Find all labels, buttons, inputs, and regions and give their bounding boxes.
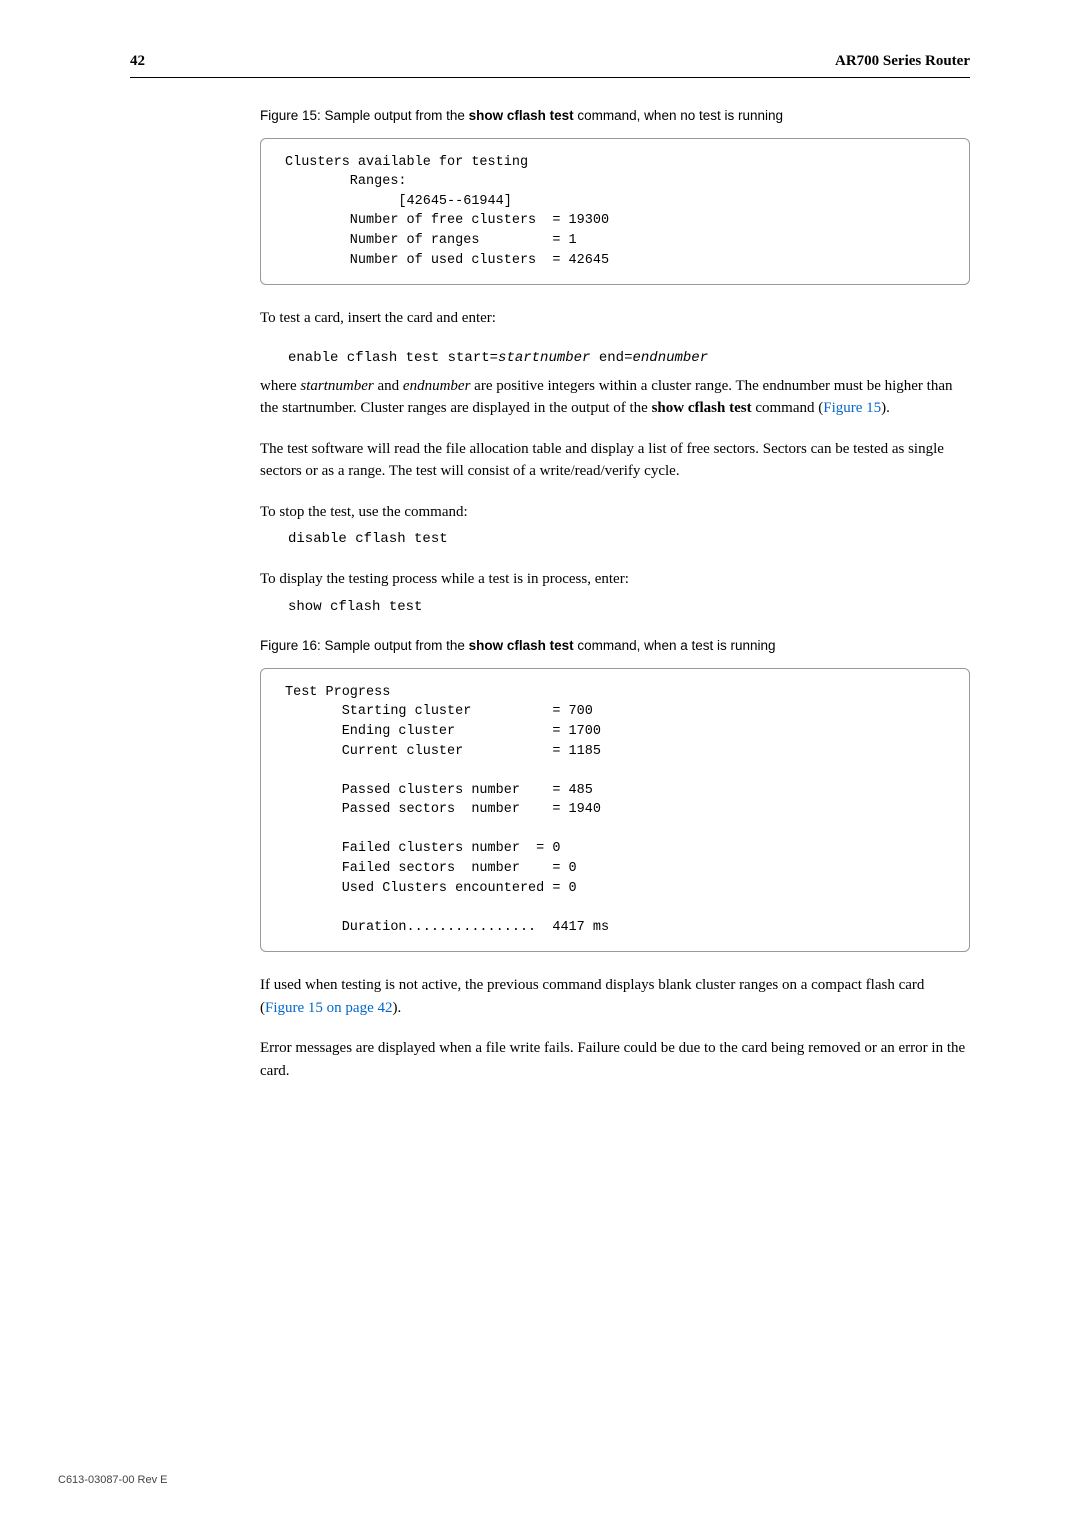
- p2-i1: startnumber: [300, 378, 373, 394]
- cmd1-endnumber: endnumber: [632, 350, 708, 366]
- figure16-output: Test Progress Starting cluster = 700 End…: [260, 668, 970, 952]
- fig15-caption-pre: Figure 15: Sample output from the: [260, 108, 469, 123]
- p2b: and: [374, 378, 403, 394]
- p6b: ).: [392, 1000, 401, 1016]
- para-where-startnumber: where startnumber and endnumber are posi…: [260, 375, 970, 420]
- footer-rev: C613-03087-00 Rev E: [58, 1472, 167, 1489]
- page-number: 42: [130, 50, 145, 73]
- para-display-testing: To display the testing process while a t…: [260, 568, 970, 591]
- para-stop-test: To stop the test, use the command:: [260, 501, 970, 524]
- figure15-link-2[interactable]: Figure 15 on page 42: [265, 1000, 392, 1016]
- cmd-show-cflash: show cflash test: [288, 597, 970, 618]
- cmd1-startnumber: startnumber: [498, 350, 590, 366]
- header-title: AR700 Series Router: [835, 50, 970, 73]
- figure15-link[interactable]: Figure 15: [823, 400, 881, 416]
- p2-i2: endnumber: [403, 378, 471, 394]
- para-test-software: The test software will read the file all…: [260, 438, 970, 483]
- cmd1-mid: end=: [590, 350, 632, 366]
- figure15-caption: Figure 15: Sample output from the show c…: [260, 106, 970, 126]
- fig15-caption-cmd: show cflash test: [469, 108, 574, 123]
- cmd1-pre: enable cflash test start=: [288, 350, 498, 366]
- fig16-caption-post: command, when a test is running: [574, 638, 776, 653]
- fig16-caption-cmd: show cflash test: [469, 638, 574, 653]
- para-test-card: To test a card, insert the card and ente…: [260, 307, 970, 330]
- para-if-used: If used when testing is not active, the …: [260, 974, 970, 1019]
- p2e: ).: [881, 400, 890, 416]
- fig15-caption-post: command, when no test is running: [574, 108, 783, 123]
- p2d: command (: [752, 400, 824, 416]
- figure15-output: Clusters available for testing Ranges: […: [260, 138, 970, 285]
- page: 42 AR700 Series Router Figure 15: Sample…: [0, 0, 1080, 1130]
- fig16-caption-pre: Figure 16: Sample output from the: [260, 638, 469, 653]
- para-error-messages: Error messages are displayed when a file…: [260, 1037, 970, 1082]
- cmd-disable-cflash: disable cflash test: [288, 529, 970, 550]
- page-header: 42 AR700 Series Router: [130, 50, 970, 78]
- p2a: where: [260, 378, 300, 394]
- p2-bold: show cflash test: [652, 400, 752, 416]
- cmd-enable-cflash: enable cflash test start=startnumber end…: [288, 348, 970, 369]
- content-area: Figure 15: Sample output from the show c…: [260, 106, 970, 1083]
- figure16-caption: Figure 16: Sample output from the show c…: [260, 636, 970, 656]
